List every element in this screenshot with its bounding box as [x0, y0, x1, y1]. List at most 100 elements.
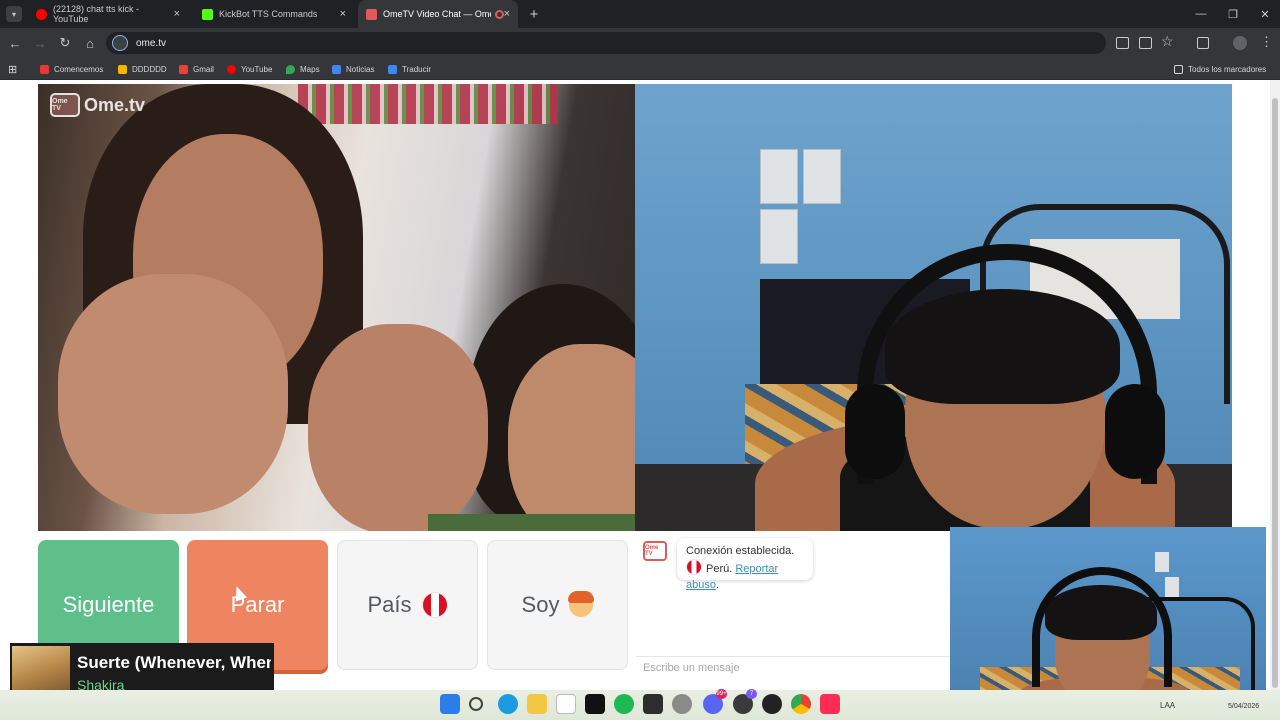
- video-figure: [508, 344, 635, 531]
- bookmarks-bar: ⊞ Comencemos DDDDDD Gmail YouTube Maps N…: [0, 58, 1280, 80]
- apps-icon[interactable]: ⊞: [8, 58, 17, 80]
- tab-youtube[interactable]: (22128) chat tts kick - YouTube ×: [28, 0, 188, 28]
- next-label: Siguiente: [62, 592, 155, 617]
- translate-icon[interactable]: [1116, 37, 1129, 49]
- ometv-icon: [366, 8, 377, 20]
- store-icon[interactable]: [556, 694, 576, 714]
- wall-drawing: [760, 149, 798, 204]
- back-button[interactable]: ←: [5, 33, 25, 53]
- profile-avatar[interactable]: [1233, 36, 1247, 50]
- tab-bar: ▾ (22128) chat tts kick - YouTube × Kick…: [0, 0, 1280, 28]
- bookmark-star-icon[interactable]: ☆: [1161, 33, 1174, 50]
- wall-drawing: [1155, 552, 1169, 572]
- peru-flag-icon: [686, 559, 702, 575]
- country-label: País: [367, 592, 412, 617]
- bookmark-label: DDDDDD: [132, 64, 167, 74]
- gender-label: Soy: [521, 592, 560, 617]
- url-text: ome.tv: [136, 37, 167, 49]
- wall-drawing: [760, 209, 798, 264]
- home-button[interactable]: ⌂: [80, 33, 100, 53]
- bookmark-label: Comencemos: [54, 64, 104, 74]
- chrome-icon[interactable]: [791, 694, 811, 714]
- video-headset: [1105, 384, 1165, 479]
- system-message: Conexión establecida. Perú. Reportar abu…: [677, 538, 813, 591]
- tab-title: OmeTV Video Chat — Ome: [383, 9, 491, 19]
- webcam-overlay: [950, 527, 1266, 706]
- close-tab-icon[interactable]: ×: [504, 8, 510, 20]
- tab-ometv[interactable]: OmeTV Video Chat — Ome ×: [358, 0, 518, 28]
- edge-icon[interactable]: [498, 694, 518, 714]
- country-name: Perú.: [706, 563, 733, 575]
- tiktok-icon[interactable]: [585, 694, 605, 714]
- bookmark-traducir[interactable]: Traducir: [388, 58, 431, 80]
- ometv-chat-icon: Ome TV: [643, 541, 667, 561]
- bookmark-maps[interactable]: Maps: [286, 58, 320, 80]
- bookmark-label: YouTube: [241, 64, 273, 74]
- notification-badge: 7: [746, 689, 757, 699]
- cast-icon[interactable]: [1139, 37, 1152, 49]
- all-bookmarks-button[interactable]: Todos los marcadores: [1174, 58, 1266, 80]
- extensions-icon[interactable]: [1197, 37, 1209, 49]
- bookmark-gmail[interactable]: Gmail: [179, 58, 214, 80]
- obs-icon[interactable]: 7: [733, 689, 757, 714]
- spotify-icon[interactable]: [614, 694, 634, 714]
- video-figure: [428, 514, 635, 531]
- minimize-button[interactable]: —: [1184, 0, 1218, 28]
- boy-icon: [568, 591, 595, 617]
- crown-icon: [118, 64, 127, 74]
- tab-list-button[interactable]: ▾: [6, 6, 22, 22]
- address-bar[interactable]: ome.tv: [106, 32, 1106, 54]
- bookmark-label: Noticias: [346, 64, 375, 74]
- folder-icon: [1174, 64, 1183, 74]
- game-icon[interactable]: [672, 694, 692, 714]
- restore-button[interactable]: ❐: [1216, 0, 1250, 28]
- background-curtain: [298, 84, 558, 124]
- country-button[interactable]: País: [337, 540, 478, 670]
- xbox-icon[interactable]: [643, 694, 663, 714]
- forward-button[interactable]: →: [30, 33, 50, 53]
- scrollbar-thumb[interactable]: [1272, 98, 1278, 688]
- bookmark-youtube[interactable]: YouTube: [227, 58, 272, 80]
- reload-button[interactable]: ↻: [55, 33, 75, 53]
- bookmark-dddddd[interactable]: DDDDDD: [118, 58, 167, 80]
- tab-kickbot[interactable]: KickBot TTS Commands ×: [194, 0, 354, 28]
- video-headset: [845, 384, 905, 479]
- message-placeholder: Escribe un mensaje: [643, 662, 740, 674]
- tiktok-live-icon[interactable]: [820, 694, 840, 714]
- close-tab-icon[interactable]: ×: [340, 8, 346, 20]
- keyboard-language[interactable]: LAA: [1160, 701, 1175, 710]
- maps-icon: [286, 64, 295, 74]
- system-date[interactable]: 5/04/2026: [1228, 703, 1259, 710]
- windows-start-icon[interactable]: [440, 694, 460, 714]
- search-icon[interactable]: [469, 697, 483, 711]
- punctuation: .: [715, 579, 720, 591]
- bookmark-noticias[interactable]: Noticias: [332, 58, 374, 80]
- new-tab-button[interactable]: +: [524, 4, 544, 24]
- recording-icon: [494, 9, 504, 19]
- close-tab-icon[interactable]: ×: [174, 8, 180, 20]
- gender-button[interactable]: Soy: [487, 540, 628, 670]
- close-window-button[interactable]: ✕: [1248, 0, 1280, 28]
- site-info-icon[interactable]: [112, 35, 128, 51]
- peru-flag-icon: [421, 592, 448, 618]
- gmail-icon: [179, 64, 188, 74]
- ometv-logo: Ome TV Ome.tv: [50, 92, 145, 118]
- notification-badge: 99+: [716, 689, 727, 699]
- file-explorer-icon[interactable]: [527, 694, 547, 714]
- menu-icon[interactable]: ⋮: [1260, 34, 1273, 50]
- message-input[interactable]: Escribe un mensaje: [636, 656, 950, 680]
- remote-video: [38, 84, 635, 531]
- bookmark-icon: [40, 64, 49, 74]
- taskbar: [0, 690, 1280, 720]
- video-figure: [308, 324, 488, 531]
- tab-title: (22128) chat tts kick - YouTube: [53, 4, 140, 24]
- country-line: Perú. Reportar abuso.: [686, 559, 804, 593]
- discord-icon[interactable]: 99+: [703, 689, 727, 714]
- record-icon[interactable]: [762, 694, 782, 714]
- bookmark-label: Todos los marcadores: [1188, 64, 1267, 74]
- song-title: Suerte (Whenever, Whenever): [77, 653, 271, 672]
- wall-drawing: [1165, 577, 1179, 597]
- ometv-logo-icon: Ome TV: [50, 93, 80, 117]
- bookmark-comencemos[interactable]: Comencemos: [40, 58, 103, 80]
- youtube-icon: [36, 8, 47, 20]
